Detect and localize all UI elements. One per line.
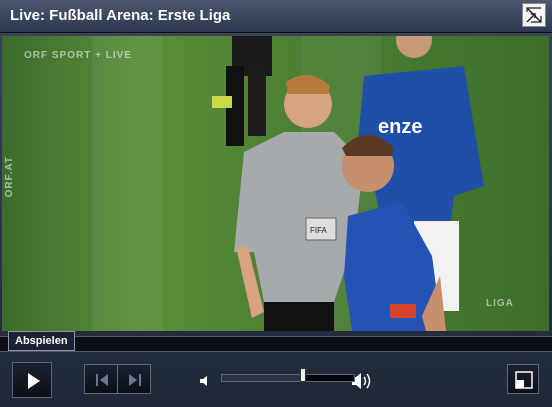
play-button[interactable] [12,362,52,398]
video-area[interactable]: ORF SPORT + LIVE ORF.AT LIGA enze FIFA [2,36,549,331]
progress-bar[interactable] [0,336,552,352]
play-tooltip: Abspielen [8,331,75,351]
volume-level [222,375,304,381]
play-icon [28,373,40,389]
fullscreen-icon [515,371,533,389]
title-bar: Live: Fußball Arena: Erste Liga [0,0,552,33]
side-watermark: ORF.AT [4,156,15,198]
next-button[interactable] [117,364,151,394]
skip-back-icon [96,374,108,386]
window-title: Live: Fußball Arena: Erste Liga [10,7,231,24]
skip-forward-icon [129,374,141,386]
speaker-low-icon[interactable] [198,374,212,388]
video-player: Live: Fußball Arena: Erste Liga ORF SPOR… [0,0,552,407]
broadcaster-watermark: ORF SPORT + LIVE [24,50,132,61]
fifa-badge: FIFA [310,226,328,235]
popout-icon [526,7,542,23]
player-front [342,135,446,331]
fullscreen-button[interactable] [507,364,539,394]
popout-button[interactable] [522,3,546,27]
volume-slider-handle[interactable] [299,368,306,382]
previous-button[interactable] [84,364,118,394]
volume-slider-track[interactable] [221,374,355,382]
